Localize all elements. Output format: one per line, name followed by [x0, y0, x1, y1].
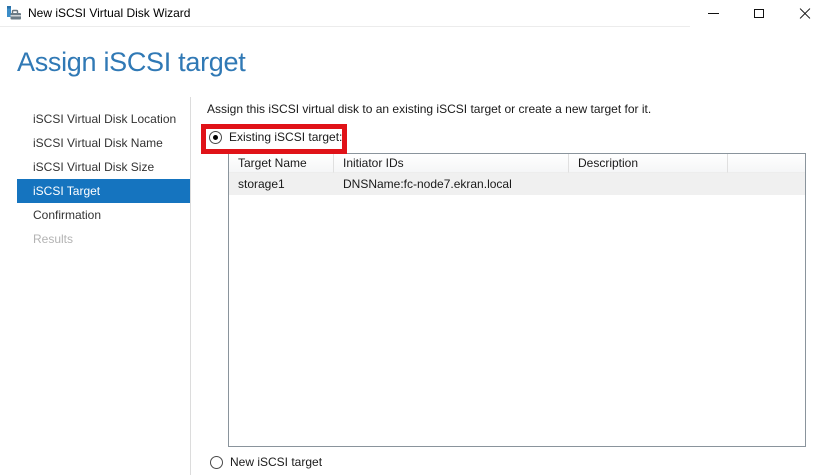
sidebar-item-disk-size[interactable]: iSCSI Virtual Disk Size [17, 155, 190, 179]
page-title: Assign iSCSI target [17, 47, 245, 78]
wizard-window: { "window": { "title": "New iSCSI Virtua… [0, 0, 828, 475]
sidebar-item-results: Results [17, 227, 190, 251]
minimize-icon [708, 13, 719, 14]
existing-target-radio-row[interactable]: Existing iSCSI target: [209, 130, 342, 144]
column-header-initiator-ids[interactable]: Initiator IDs [334, 154, 569, 173]
table-row-storage1[interactable]: storage1 DNSName:fc-node7.ekran.local [229, 173, 805, 195]
sidebar-item-confirmation[interactable]: Confirmation [17, 203, 190, 227]
existing-target-radio-label: Existing iSCSI target: [229, 130, 342, 144]
existing-target-radio[interactable] [209, 131, 222, 144]
window-title: New iSCSI Virtual Disk Wizard [28, 0, 190, 27]
iscsi-target-table[interactable]: Target Name Initiator IDs Description st… [228, 153, 806, 447]
close-button[interactable] [782, 0, 828, 27]
window-controls [690, 0, 828, 27]
wizard-app-icon [6, 5, 22, 21]
cell-initiator-ids: DNSName:fc-node7.ekran.local [334, 177, 569, 191]
minimize-button[interactable] [690, 0, 736, 27]
column-header-empty [728, 154, 805, 173]
new-target-radio-row[interactable]: New iSCSI target [210, 455, 322, 469]
title-bar: New iSCSI Virtual Disk Wizard [0, 0, 828, 27]
sidebar-item-iscsi-target[interactable]: iSCSI Target [17, 179, 190, 203]
wizard-steps-sidebar: iSCSI Virtual Disk Location iSCSI Virtua… [17, 107, 190, 251]
sidebar-item-disk-location[interactable]: iSCSI Virtual Disk Location [17, 107, 190, 131]
sidebar-separator [190, 97, 191, 475]
close-icon [799, 8, 811, 20]
maximize-button[interactable] [736, 0, 782, 27]
table-header-row: Target Name Initiator IDs Description [229, 154, 805, 173]
new-target-radio[interactable] [210, 456, 223, 469]
sidebar-item-disk-name[interactable]: iSCSI Virtual Disk Name [17, 131, 190, 155]
new-target-radio-label: New iSCSI target [230, 455, 322, 469]
instruction-text: Assign this iSCSI virtual disk to an exi… [207, 101, 651, 117]
cell-target-name: storage1 [229, 177, 334, 191]
column-header-target-name[interactable]: Target Name [229, 154, 334, 173]
column-header-description[interactable]: Description [569, 154, 728, 173]
maximize-icon [754, 9, 764, 18]
